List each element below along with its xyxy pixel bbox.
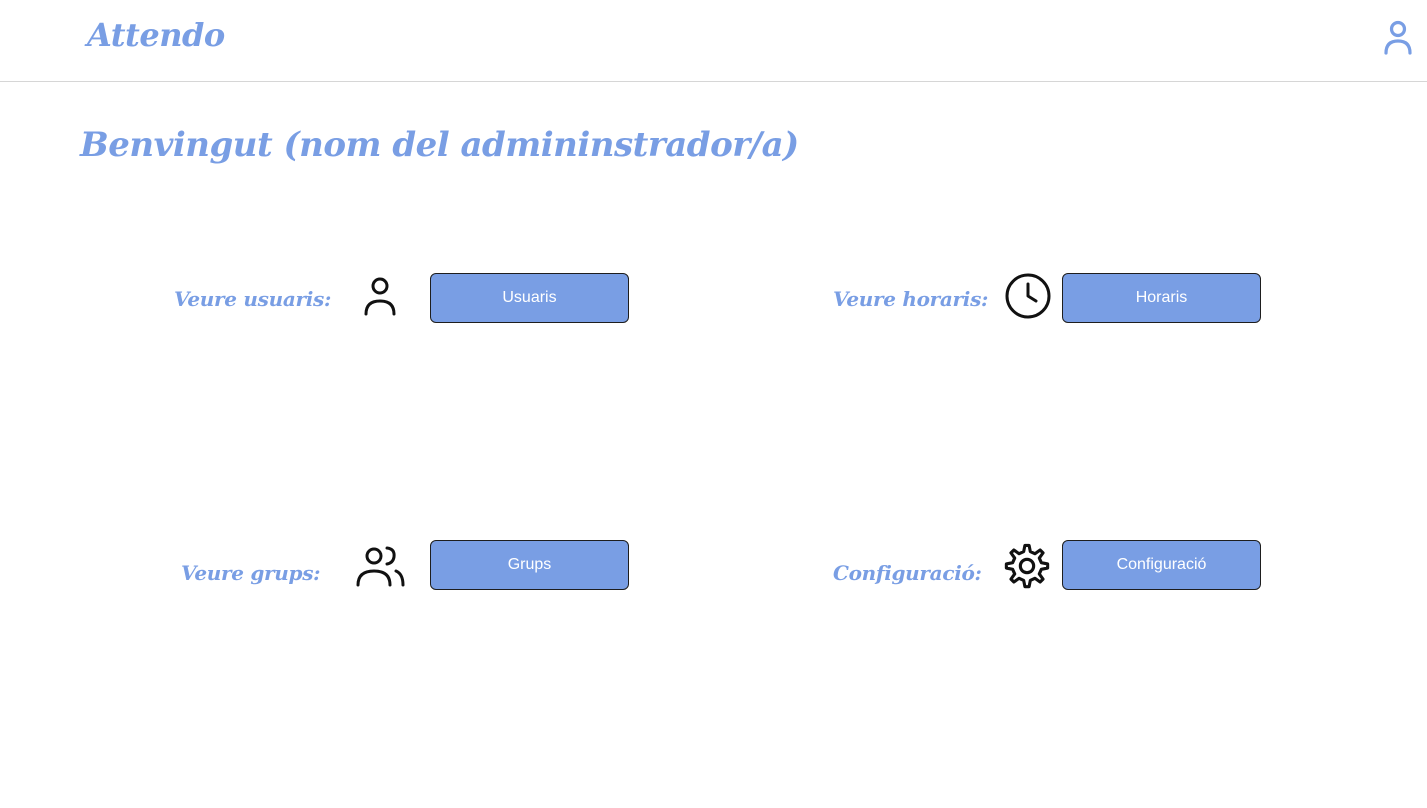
users-button[interactable]: Usuaris (430, 273, 629, 323)
top-bar: Attendo (0, 0, 1427, 82)
settings-label: Configuració: (833, 561, 982, 585)
groups-button[interactable]: Grups (430, 540, 629, 590)
user-icon (355, 272, 405, 322)
brand-logo[interactable]: Attendo (87, 19, 225, 51)
schedules-button[interactable]: Horaris (1062, 273, 1261, 323)
schedules-label: Veure horaris: (833, 287, 989, 311)
settings-button[interactable]: Configuració (1062, 540, 1261, 590)
users-label: Veure usuaris: (174, 287, 332, 311)
user-icon (1384, 20, 1412, 55)
dashboard-page: Attendo Benvingut (nom del admininstrado… (0, 0, 1427, 808)
page-title: Benvingut (nom del admininstrador/a) (80, 125, 799, 165)
groups-label: Veure grups: (181, 561, 321, 585)
gear-icon (1002, 541, 1052, 591)
profile-button[interactable] (1378, 17, 1418, 61)
users-icon (355, 540, 405, 590)
clock-icon (1003, 272, 1053, 322)
